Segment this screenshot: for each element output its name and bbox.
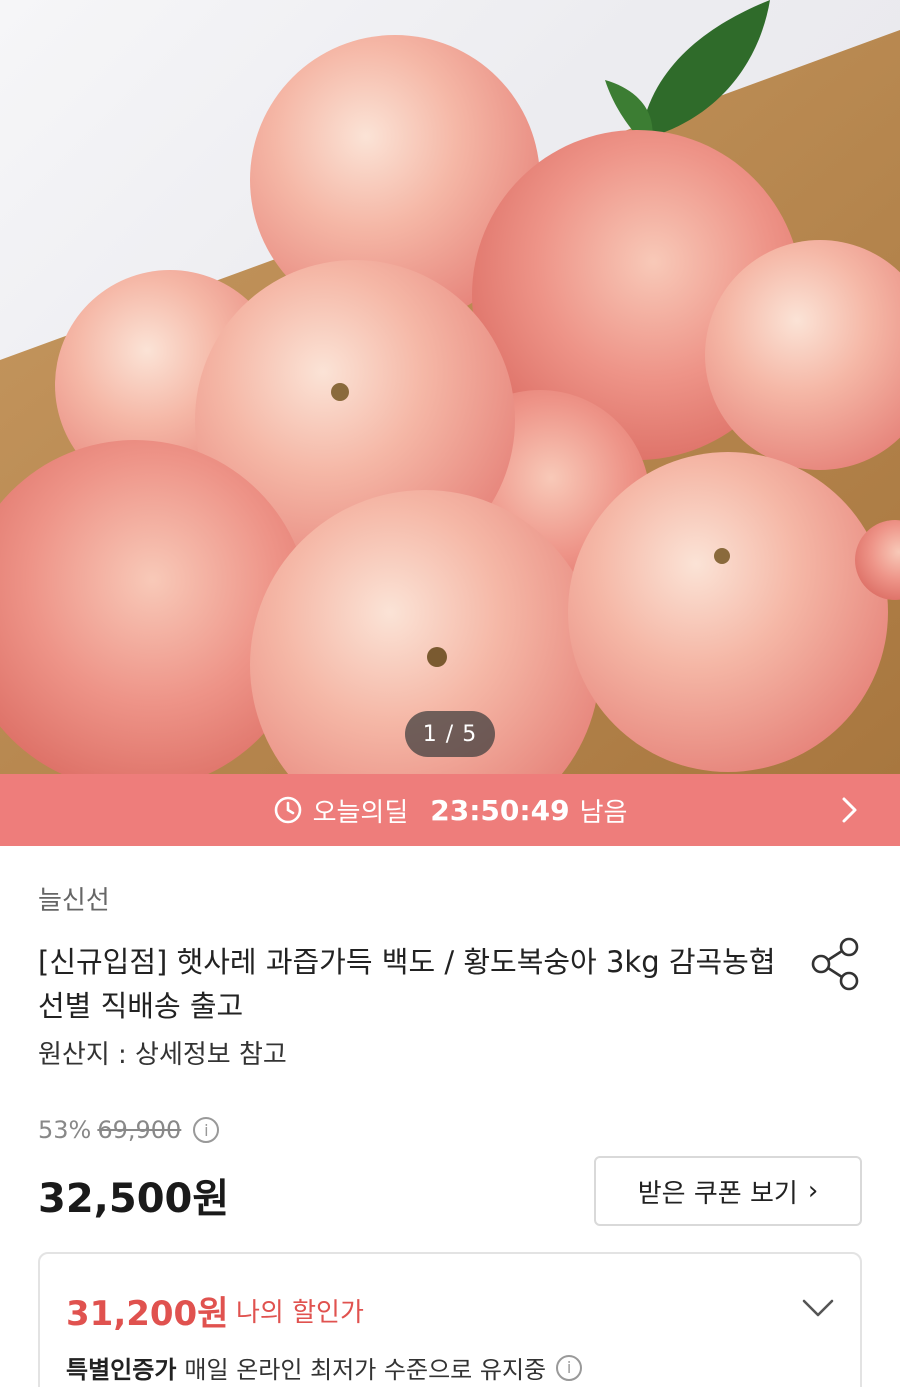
- info-icon[interactable]: i: [556, 1354, 583, 1381]
- my-discount-price: 31,200원: [66, 1294, 229, 1334]
- my-discount-box[interactable]: 31,200원 나의 할인가 특별인증가 매일 온라인 최저가 수준으로 유지중…: [38, 1252, 862, 1387]
- chevron-right-icon[interactable]: [840, 796, 860, 824]
- special-price-label: 특별인증가: [66, 1356, 177, 1384]
- clock-icon: [274, 796, 301, 824]
- deal-label: 오늘의딜: [312, 797, 409, 828]
- original-price: 69,900: [97, 1116, 182, 1144]
- share-icon[interactable]: [808, 936, 864, 992]
- product-title: [신규입점] 햇사레 과즙가득 백도 / 황도복숭아 3kg 감곡농협 선별 직…: [38, 945, 776, 1023]
- product-image[interactable]: 1 / 5: [0, 0, 900, 774]
- deal-timer: 23:50:49: [430, 793, 570, 827]
- view-coupons-button[interactable]: 받은 쿠폰 보기 ›: [594, 1156, 862, 1226]
- chevron-right-icon: ›: [807, 1176, 819, 1206]
- special-price-note: 특별인증가 매일 온라인 최저가 수준으로 유지중 i: [66, 1350, 583, 1385]
- discount-percent: 53%: [38, 1116, 92, 1144]
- special-price-text: 매일 온라인 최저가 수준으로 유지중: [184, 1356, 547, 1384]
- chevron-down-icon[interactable]: [800, 1296, 836, 1320]
- todays-deal-banner[interactable]: 오늘의딜 23:50:49 남음: [0, 774, 900, 846]
- origin-info: 원산지 : 상세정보 참고: [38, 1040, 287, 1070]
- my-discount-label: 나의 할인가: [236, 1298, 364, 1328]
- sale-price: 32,500원: [38, 1176, 230, 1222]
- deal-remain-text: 남음: [579, 797, 628, 828]
- seller-name[interactable]: 늘신선: [38, 880, 110, 917]
- coupon-button-label: 받은 쿠폰 보기: [637, 1178, 798, 1209]
- peach-photo: [0, 0, 900, 774]
- discount-row: 53% 69,900 i: [38, 1116, 220, 1144]
- info-icon[interactable]: i: [193, 1117, 220, 1143]
- image-pager: 1 / 5: [405, 711, 495, 757]
